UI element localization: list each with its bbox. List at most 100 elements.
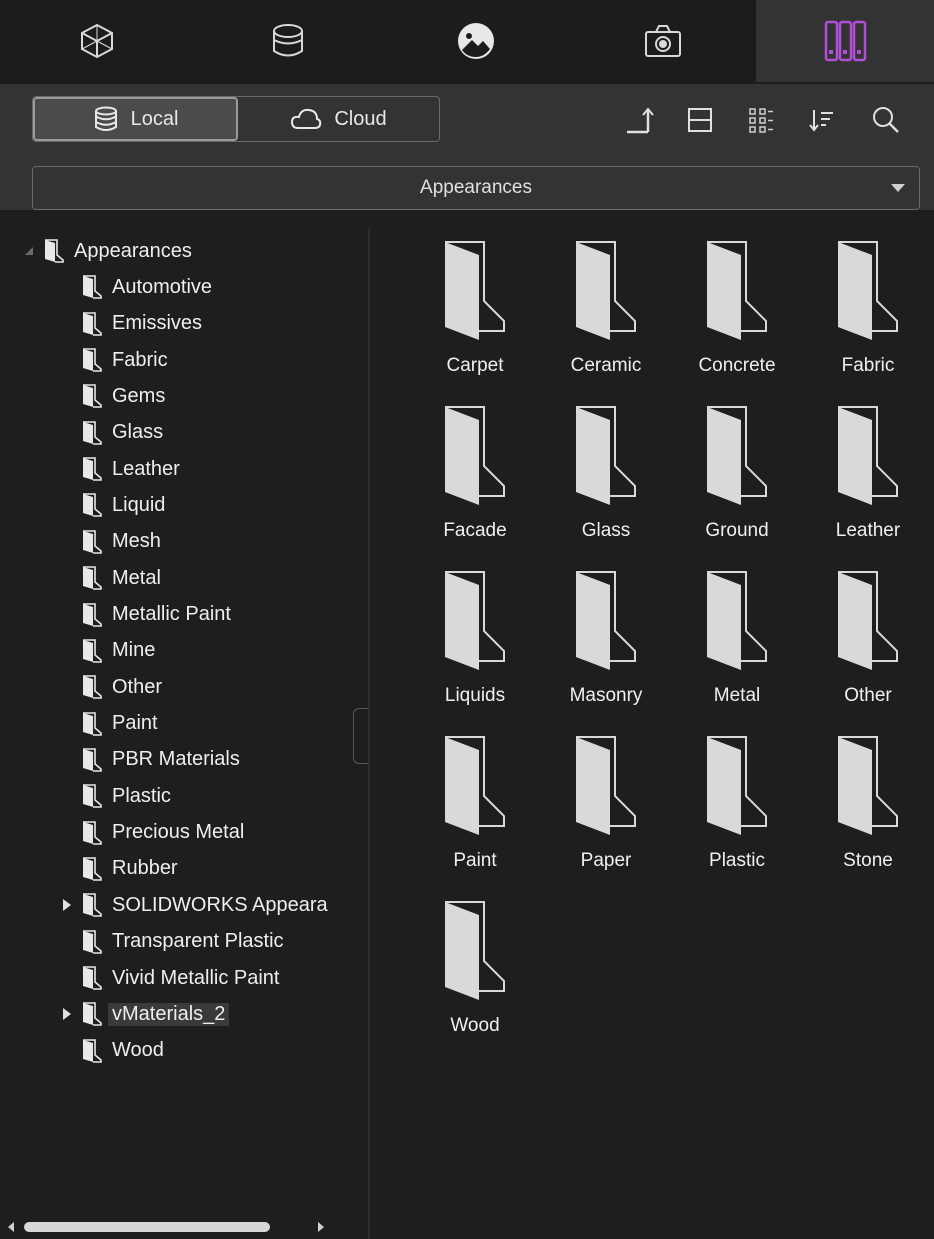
tree-item-emissives[interactable]: Emissives (60, 307, 202, 341)
cube-icon (81, 23, 113, 59)
tree-item-label: Precious Metal (112, 821, 245, 844)
folder-icon (82, 384, 102, 409)
folder-icon (82, 420, 102, 445)
tree-item-wood[interactable]: Wood (60, 1034, 164, 1068)
folder-tile-masonry[interactable]: Masonry (546, 558, 666, 708)
tree-item-leather[interactable]: Leather (60, 452, 180, 486)
tree-item-other[interactable]: Other (60, 670, 162, 704)
up-level-icon (627, 107, 654, 134)
up-level-button[interactable] (624, 104, 656, 136)
folder-tile-label: Stone (843, 850, 893, 871)
tree-item-label: Fabric (112, 348, 168, 371)
tree-item-pbr-materials[interactable]: PBR Materials (60, 743, 240, 777)
splitter-handle[interactable] (353, 708, 368, 764)
folder-tile-label: Leather (835, 520, 901, 541)
expand-arrow-icon[interactable] (60, 899, 74, 912)
tree-item-metal[interactable]: Metal (60, 561, 161, 595)
scroll-left-icon[interactable] (8, 1222, 14, 1232)
folder-tile-label: Facade (443, 520, 507, 541)
tree-item-liquid[interactable]: Liquid (60, 488, 165, 522)
tree-item-precious-metal[interactable]: Precious Metal (60, 816, 244, 850)
folder-icon (82, 929, 102, 954)
tree-item-vivid-metallic-paint[interactable]: Vivid Metallic Paint (60, 961, 279, 995)
folder-tile-liquids[interactable]: Liquids (415, 558, 535, 708)
folder-tile-label: Masonry (569, 685, 643, 706)
folder-icon (82, 457, 102, 481)
folder-tile-ceramic[interactable]: Ceramic (546, 228, 666, 378)
sort-icon (809, 110, 833, 132)
tree-item-glass[interactable]: Glass (60, 416, 163, 450)
scrollbar-thumb[interactable] (24, 1222, 270, 1232)
folder-tile-plastic[interactable]: Plastic (677, 723, 797, 873)
tree-item-label: Metal (112, 566, 161, 589)
tree-root-appearances[interactable]: Appearances (22, 234, 192, 268)
folder-tree: Appearances Automotive Emissives Fabric Gems… (0, 228, 368, 1239)
folder-icon (82, 493, 102, 518)
folder-tile-other[interactable]: Other (808, 558, 928, 708)
horizontal-scrollbar[interactable] (0, 1216, 368, 1239)
tree-item-automotive[interactable]: Automotive (60, 270, 212, 304)
folder-icon (82, 529, 102, 554)
tree-item-label: Leather (112, 457, 180, 480)
folder-icon (82, 748, 102, 772)
tab-models[interactable] (0, 0, 194, 82)
search-button[interactable] (870, 104, 902, 136)
tree-item-fabric[interactable]: Fabric (60, 343, 168, 377)
tree-item-mine[interactable]: Mine (60, 634, 155, 668)
folder-tile-wood[interactable]: Wood (415, 888, 535, 1038)
split-view-icon (688, 108, 712, 132)
tab-camera[interactable] (570, 0, 756, 82)
tree-item-metallic-paint[interactable]: Metallic Paint (60, 598, 231, 632)
folder-tile-fabric[interactable]: Fabric (808, 228, 928, 378)
folder-tile-carpet[interactable]: Carpet (415, 228, 535, 378)
tree-item-label: Mine (112, 639, 156, 662)
scroll-right-icon[interactable] (318, 1222, 324, 1232)
folder-tile-ground[interactable]: Ground (677, 393, 797, 543)
tree-item-gems[interactable]: Gems (60, 379, 165, 413)
tab-library[interactable] (756, 0, 934, 82)
folder-tile-stone[interactable]: Stone (808, 723, 928, 873)
folder-tile-label: Wood (450, 1015, 500, 1036)
tree-item-label: Liquid (112, 493, 166, 516)
cloud-label: Cloud (334, 107, 387, 130)
landscape-icon (458, 23, 494, 59)
tab-materials[interactable] (194, 0, 382, 82)
tree-item-rubber[interactable]: Rubber (60, 852, 178, 886)
grid-view-button[interactable] (745, 104, 777, 136)
folder-icon (82, 711, 102, 736)
folder-icon (82, 1002, 102, 1027)
folder-icon (82, 348, 102, 372)
folder-tile-paint[interactable]: Paint (415, 723, 535, 873)
tree-item-solidworks-appeara[interactable]: SOLIDWORKS Appeara (60, 888, 328, 922)
folder-tile-paper[interactable]: Paper (546, 723, 666, 873)
tree-item-paint[interactable]: Paint (60, 707, 158, 741)
folder-tile-leather[interactable]: Leather (808, 393, 928, 543)
source-toggle: Local Cloud (32, 96, 440, 142)
folder-tile-label: Carpet (446, 355, 504, 376)
expand-arrow-icon[interactable] (60, 1008, 74, 1021)
tree-item-label: Metallic Paint (112, 603, 231, 625)
local-button[interactable]: Local (33, 97, 238, 141)
folder-tile-label: Other (844, 685, 892, 706)
folder-tile-concrete[interactable]: Concrete (677, 228, 797, 378)
library-dropdown[interactable]: Appearances (32, 166, 920, 210)
sort-button[interactable] (805, 104, 837, 136)
local-label: Local (130, 107, 179, 130)
search-icon (873, 107, 899, 133)
split-view-button[interactable] (684, 104, 716, 136)
folder-tile-metal[interactable]: Metal (677, 558, 797, 708)
folder-tile-label: Concrete (698, 355, 776, 376)
expanded-arrow-icon[interactable] (22, 247, 36, 255)
tab-environments[interactable] (382, 0, 570, 82)
cloud-button[interactable]: Cloud (238, 97, 439, 141)
tree-item-mesh[interactable]: Mesh (60, 525, 161, 559)
folder-tile-facade[interactable]: Facade (415, 393, 535, 543)
folder-tile-glass[interactable]: Glass (546, 393, 666, 543)
tree-item-vmaterials-2[interactable]: vMaterials_2 (60, 997, 230, 1031)
tree-item-plastic[interactable]: Plastic (60, 779, 171, 813)
tree-item-transparent-plastic[interactable]: Transparent Plastic (60, 925, 284, 959)
tree-item-label: Mesh (112, 530, 161, 553)
tree-item-label: Vivid Metallic Paint (112, 966, 280, 989)
tree-item-label: Plastic (112, 784, 171, 807)
folder-icon (82, 602, 102, 627)
